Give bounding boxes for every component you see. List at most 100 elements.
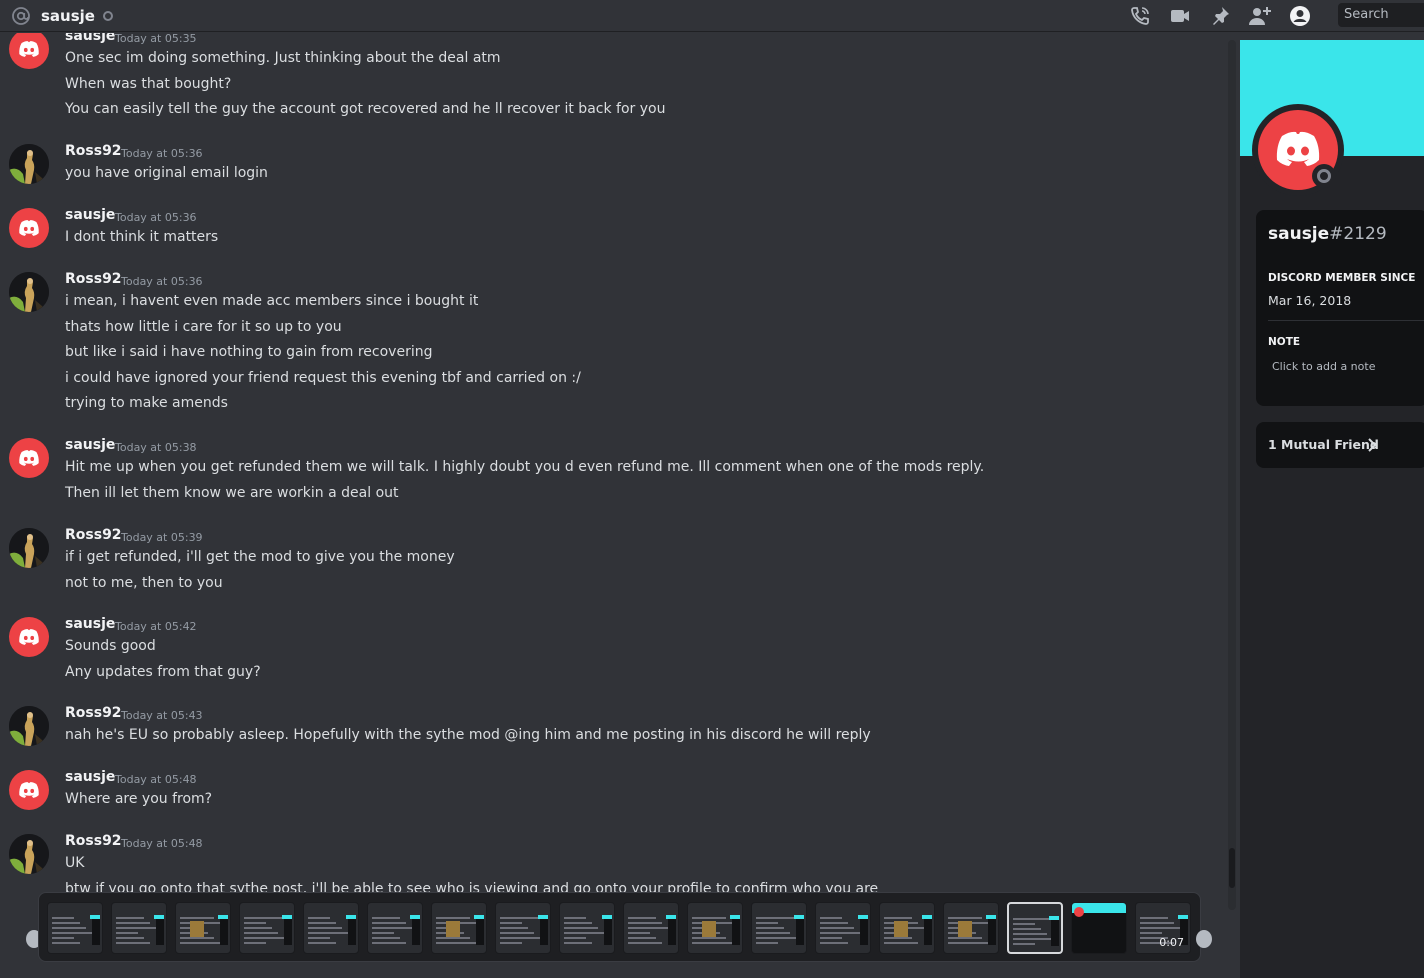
video-call-icon[interactable] [1160,4,1200,28]
message-timestamp: Today at 05:38 [115,441,197,454]
message-group: sausje Today at 05:48 Where are you from? [0,762,1228,810]
timeline-thumbnail[interactable] [623,902,679,954]
timeline-thumbnail[interactable] [943,902,999,954]
message-group: sausje Today at 05:38 Hit me up when you g… [0,430,1228,503]
message-author[interactable]: sausje [65,207,115,223]
message-author[interactable]: sausje [65,437,115,453]
channel-header: sausje Search [0,0,1424,32]
timeline-thumbnail[interactable] [303,902,359,954]
profile-info-card: sausje#2129 DISCORD MEMBER SINCE Mar 16,… [1256,210,1424,406]
timeline-thumbnail[interactable] [1007,902,1063,954]
message-timestamp: Today at 05:48 [115,773,197,786]
message-timestamp: Today at 05:42 [115,620,197,633]
message-text: UK [65,855,85,871]
message-group: Ross92 Today at 05:48 UK btw if you go onto… [0,826,1228,893]
timeline-thumbnail[interactable] [175,902,231,954]
profile-status-offline-icon [1312,164,1336,188]
message-author[interactable]: Ross92 [65,143,122,159]
timeline-thumbnail[interactable] [1071,902,1127,954]
user-avatar[interactable] [9,33,49,69]
message-timestamp: Today at 05:36 [121,147,203,160]
message-text: Where are you from? [65,791,213,807]
voice-call-icon[interactable] [1120,4,1160,28]
timeline-thumbnail[interactable]: 0:07 [1135,902,1191,954]
chevron-right-icon [1368,437,1377,456]
user-avatar[interactable] [9,617,49,657]
video-time-label: 0:07 [1159,936,1184,949]
divider [1268,320,1424,321]
message-text: One sec im doing something. Just thinkin… [65,50,501,66]
user-avatar[interactable] [9,834,49,874]
note-label: NOTE [1268,336,1301,348]
mutual-friends-button[interactable]: 1 Mutual Friend [1256,422,1424,468]
next-arrow-icon[interactable] [1196,930,1212,948]
timeline-thumbnail[interactable] [495,902,551,954]
user-avatar[interactable] [9,438,49,478]
scrollbar-thumb[interactable] [1229,848,1235,888]
timeline-thumbnail[interactable] [687,902,743,954]
profile-toggle-icon[interactable] [1280,4,1320,28]
message-text: Sounds good [65,638,156,654]
search-input[interactable]: Search [1338,3,1424,27]
user-avatar[interactable] [9,528,49,568]
member-since-label: DISCORD MEMBER SINCE [1268,272,1416,284]
mutual-friends-label: 1 Mutual Friend [1268,437,1379,452]
message-text: Then ill let them know we are workin a d… [65,484,399,501]
message-group: sausje Today at 05:42 Sounds good Any updat… [0,609,1228,682]
profile-discriminator: #2129 [1329,224,1387,244]
timeline-thumbnail[interactable] [559,902,615,954]
timeline-thumbnail[interactable] [111,902,167,954]
timeline-thumbnail[interactable] [47,902,103,954]
channel-title: sausje [41,6,95,25]
user-avatar[interactable] [9,272,49,312]
video-timeline[interactable]: 0:07 [38,892,1201,962]
add-friend-icon[interactable] [1240,4,1280,28]
timeline-thumbnail[interactable] [431,902,487,954]
timeline-thumbnail[interactable] [239,902,295,954]
profile-username: sausje#2129 [1268,224,1387,244]
scrollbar-track[interactable] [1228,40,1236,910]
timeline-thumbnail[interactable] [751,902,807,954]
message-author[interactable]: sausje [65,33,115,44]
timeline-thumbnail[interactable] [879,902,935,954]
message-text: Any updates from that guy? [65,663,261,680]
pin-icon[interactable] [1200,4,1240,28]
member-since-date: Mar 16, 2018 [1268,293,1352,308]
message-text: When was that bought? [65,75,232,92]
message-author[interactable]: Ross92 [65,833,122,849]
user-avatar[interactable] [9,208,49,248]
message-timestamp: Today at 05:36 [115,211,197,224]
message-author[interactable]: sausje [65,769,115,785]
message-timestamp: Today at 05:48 [121,837,203,850]
message-author[interactable]: Ross92 [65,705,122,721]
message-text: if i get refunded, i'll get the mod to g… [65,549,455,565]
message-text: thats how little i care for it so up to … [65,318,342,335]
message-text: not to me, then to you [65,574,223,591]
message-group: Ross92 Today at 05:36 you have original em… [0,136,1228,184]
user-avatar[interactable] [9,706,49,746]
note-input[interactable]: Click to add a note [1272,360,1375,373]
message-group: sausje Today at 05:35 One sec im doing som… [0,33,1228,120]
message-author[interactable]: Ross92 [65,527,122,543]
message-group: sausje Today at 05:36 I dont think it matt… [0,200,1228,248]
message-author[interactable]: Ross92 [65,271,122,287]
message-text: i could have ignored your friend request… [65,369,581,386]
message-text: you have original email login [65,165,268,181]
user-profile-panel: sausje#2129 DISCORD MEMBER SINCE Mar 16,… [1240,40,1424,978]
message-list: sausje Today at 05:35 One sec im doing som… [0,33,1228,893]
message-timestamp: Today at 05:36 [121,275,203,288]
message-text: but like i said i have nothing to gain f… [65,344,433,361]
message-timestamp: Today at 05:35 [115,33,197,45]
timeline-thumbnail[interactable] [815,902,871,954]
message-timestamp: Today at 05:43 [121,709,203,722]
message-author[interactable]: sausje [65,616,115,632]
message-group: Ross92 Today at 05:43 nah he's EU so proba… [0,698,1228,746]
at-icon [10,5,32,27]
user-avatar[interactable] [9,144,49,184]
status-offline-icon [102,10,113,21]
user-avatar[interactable] [9,770,49,810]
message-text: trying to make amends [65,395,228,412]
message-text: I dont think it matters [65,229,219,245]
timeline-thumbnail[interactable] [367,902,423,954]
message-group: Ross92 Today at 05:39 if i get refunded, i… [0,520,1228,593]
